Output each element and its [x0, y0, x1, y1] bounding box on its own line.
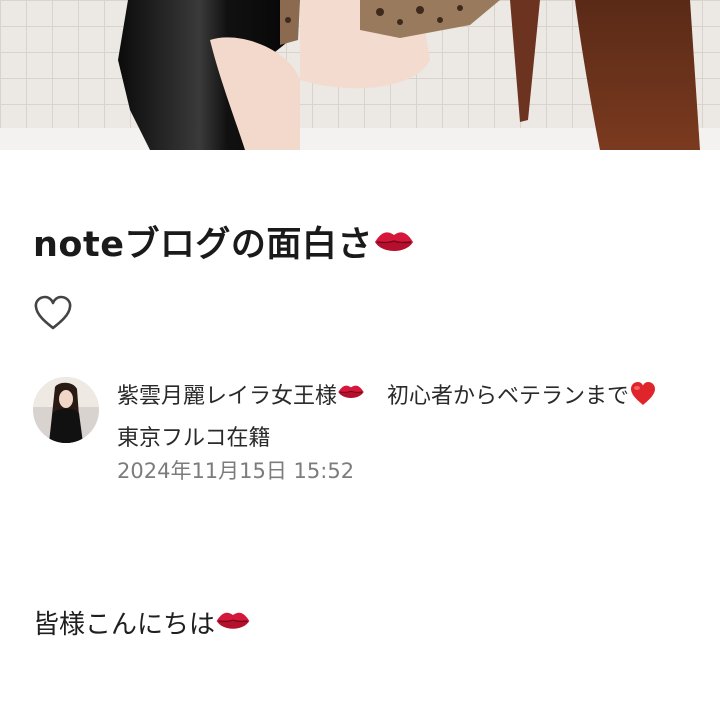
greeting-text: 皆様こんにちは: [33, 610, 216, 640]
author-avatar[interactable]: [33, 377, 99, 443]
heart-outline-icon: [34, 295, 72, 330]
article-hero-image: [0, 0, 720, 150]
author-tagline: 初心者からベテランまで: [365, 384, 630, 409]
kiss-mark-icon: [373, 223, 415, 269]
red-heart-icon: [629, 381, 657, 420]
publish-date: 2024年11月15日 15:52: [117, 459, 355, 483]
like-button[interactable]: [33, 295, 73, 331]
article-title: noteブログの面白さ: [33, 222, 415, 269]
author-name[interactable]: 紫雲月麗レイラ女王様 初心者からベテランまで 東京フルコ在籍: [117, 378, 677, 458]
article-body-paragraph: 皆様こんにちは: [33, 605, 251, 646]
article-title-text: noteブログの面白さ: [33, 225, 373, 265]
kiss-mark-icon: [337, 378, 365, 416]
kiss-mark-icon: [215, 606, 251, 646]
author-name-main: 紫雲月麗レイラ女王様: [117, 384, 338, 409]
